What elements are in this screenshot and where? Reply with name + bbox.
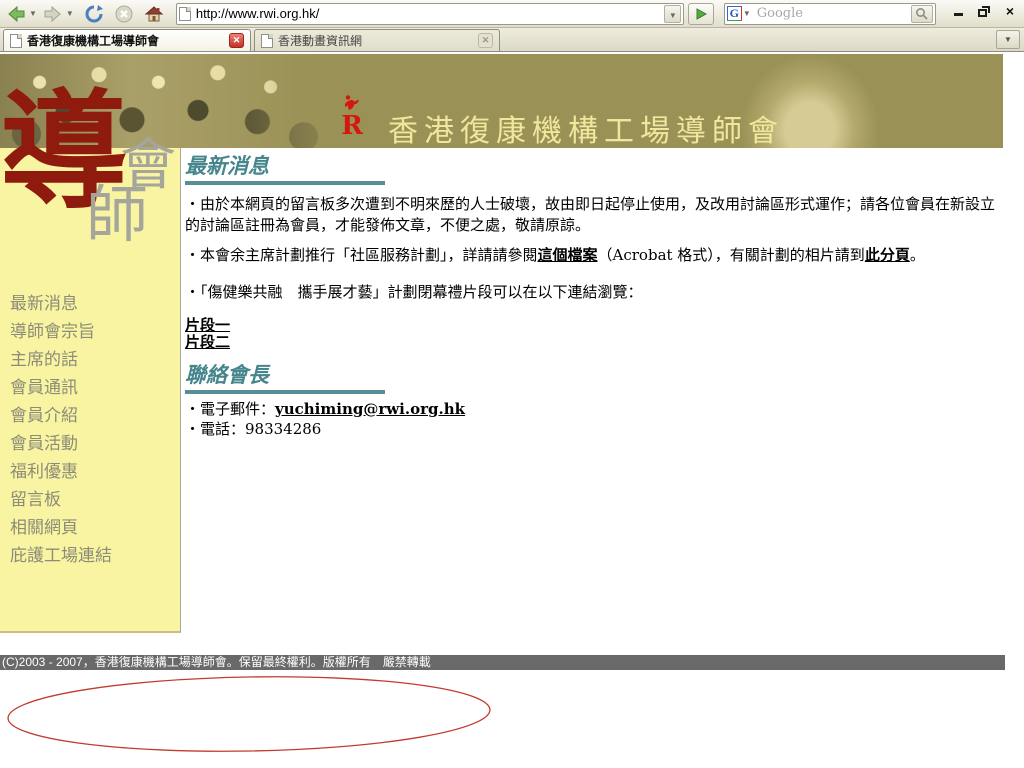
forward-button[interactable] [41,2,65,26]
tab-list-dropdown-button[interactable]: ▼ [996,30,1020,49]
search-box[interactable]: G ▼ Google [723,2,936,25]
sidebar-item-related-sites[interactable]: 相關網頁 [10,514,112,542]
tab-title: 香港復康機構工場導師會 [27,34,160,48]
tab-title: 香港動畫資訊網 [278,34,363,48]
tab-page-icon [10,33,22,48]
news-paragraph-2: ・本會余主席計劃推行「社區服務計劃」，詳請請參閱這個檔案（Acrobat 格式）… [185,245,997,266]
reload-button[interactable] [82,2,106,26]
search-input[interactable]: Google [757,6,911,21]
copyright-footer: (C)2003 - 2007，香港復康機構工場導師會。保留最終權利。版權所有 嚴… [0,655,1005,670]
contact-heading: 聯絡會長 [185,362,269,387]
window-controls: × [950,4,1018,18]
video-links: 片段一 片段二 [185,317,997,351]
url-dropdown-caret-icon: ▼ [668,10,677,20]
pdf-file-link[interactable]: 這個檔案 [538,246,598,264]
forward-arrow-icon [44,5,61,22]
news-heading-rule [185,181,385,185]
google-engine-icon[interactable]: G [726,6,742,21]
sidebar-item-messageboard[interactable]: 留言板 [10,486,112,514]
stop-icon [115,5,133,22]
back-button[interactable] [4,2,28,26]
home-button[interactable] [142,2,166,26]
tab-page-icon [261,33,273,48]
contact-phone-line: ・電話：98334286 [185,420,322,438]
p2-text: （Acrobat 格式），有關計劃的相片請到 [597,246,865,264]
p2-text: ・本會余主席計劃推行「社區服務計劃」，詳請請參閱 [185,246,538,264]
tab-bar: 香港復康機構工場導師會 ✕ 香港動畫資訊網 ✕ ▼ [0,28,1024,52]
engine-dropdown-caret[interactable]: ▼ [743,9,751,18]
annotation-ellipse [7,676,491,752]
sidebar-item-latest-news[interactable]: 最新消息 [10,290,112,318]
p2-text: 。 [909,246,925,264]
sidebar: 最新消息 導師會宗旨 主席的話 會員通訊 會員介紹 會員活動 福利優惠 留言板 … [0,148,181,633]
close-window-button[interactable]: × [1002,4,1018,18]
sidebar-item-newsletter[interactable]: 會員通訊 [10,374,112,402]
tab-animation-info[interactable]: 香港動畫資訊網 ✕ [254,29,500,51]
sidebar-item-chairman[interactable]: 主席的話 [10,346,112,374]
tab-rwi[interactable]: 香港復康機構工場導師會 ✕ [3,29,251,51]
tab-close-icon[interactable]: ✕ [229,33,244,48]
sidebar-item-workshop-links[interactable]: 庇護工場連結 [10,542,112,570]
url-input[interactable]: http://www.rwi.org.hk/ [196,6,664,21]
browser-toolbar: ▼ ▼ http://www.rwi.org.hk/ ▼ G ▼ Google … [0,0,1024,28]
email-link[interactable]: yuchiming@rwi.org.hk [275,400,465,418]
news-paragraph-1: ・由於本網頁的留言板多次遭到不明來歷的人士破壞，故由即日起停止使用，及改用討論區… [185,195,996,234]
url-bar[interactable]: http://www.rwi.org.hk/ ▼ [175,2,684,25]
video-clip-1-link[interactable]: 片段一 [185,317,997,334]
home-icon [144,5,164,21]
forward-history-caret[interactable]: ▼ [66,9,74,18]
sidebar-item-benefits[interactable]: 福利優惠 [10,458,112,486]
stop-button[interactable] [112,2,136,26]
back-history-caret[interactable]: ▼ [29,9,37,18]
go-arrow-icon [696,7,707,20]
logo-letter: R [341,111,363,141]
email-label: ・電子郵件： [185,400,276,418]
minimize-button[interactable] [950,4,966,18]
site-logo: R [334,94,370,144]
back-arrow-icon [8,5,25,22]
sidebar-item-mission[interactable]: 導師會宗旨 [10,318,112,346]
news-paragraph-3: ・「傷健樂共融 攜手展才藝」計劃閉幕禮片段可以在以下連結瀏覽： [185,283,643,301]
magnifier-icon [915,7,928,20]
main-content: 最新消息 ・由於本網頁的留言板多次遭到不明來歷的人士破壞，故由即日起停止使用，及… [185,150,997,438]
go-button[interactable] [687,2,714,25]
sidebar-item-members[interactable]: 會員介紹 [10,402,112,430]
sidebar-item-activities[interactable]: 會員活動 [10,430,112,458]
page-viewport: R 香港復康機構工場導師會 最新消息 導師會宗旨 主席的話 會員通訊 會員介紹 … [0,52,1024,768]
site-banner: R 香港復康機構工場導師會 [0,54,1003,148]
site-title: 香港復康機構工場導師會 [388,114,784,148]
reload-icon [85,4,103,22]
tab-close-icon[interactable]: ✕ [478,33,493,48]
url-dropdown-button[interactable]: ▼ [663,4,681,23]
sidebar-menu: 最新消息 導師會宗旨 主席的話 會員通訊 會員介紹 會員活動 福利優惠 留言板 … [10,290,112,570]
photos-page-link[interactable]: 此分頁 [865,246,910,264]
page-icon [178,6,191,21]
news-heading: 最新消息 [185,153,269,178]
video-clip-2-link[interactable]: 片段二 [185,334,997,351]
contact-email-line: ・電子郵件：yuchiming@rwi.org.hk [185,400,997,418]
restore-button[interactable] [976,4,992,18]
search-submit-button[interactable] [910,4,933,23]
contact-heading-rule [185,390,385,394]
